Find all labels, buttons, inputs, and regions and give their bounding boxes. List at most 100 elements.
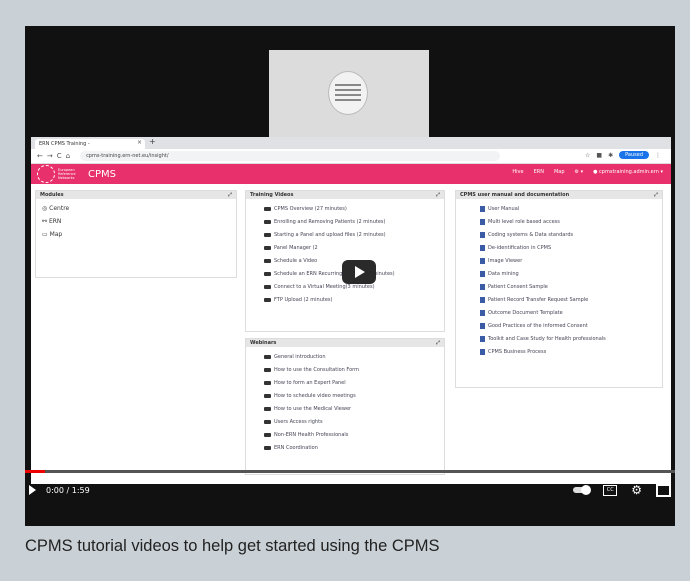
nav-buttons-icon[interactable]: ←→C⌂	[37, 152, 74, 160]
doc-item[interactable]: De-identification in CPMS	[480, 245, 662, 251]
training-item[interactable]: FTP Upload (2 minutes)	[264, 297, 444, 303]
item-label: Non-ERN Health Professionals	[274, 432, 349, 438]
video-icon	[264, 246, 271, 250]
new-tab-icon[interactable]: +	[149, 137, 156, 146]
video-player[interactable]: ERN CPMS Training - × + ←→C⌂ cpms-traini…	[25, 26, 675, 526]
doc-item[interactable]: Good Practices of the informed Consent	[480, 323, 662, 329]
tab-strip: ERN CPMS Training - × +	[31, 137, 671, 149]
module-map[interactable]: ▭ Map	[42, 231, 236, 238]
webinar-item[interactable]: How to form an Expert Panel	[264, 380, 444, 386]
item-label: Coding systems & Data standards	[488, 232, 574, 238]
nav-settings[interactable]: ⚙ ▾	[575, 169, 584, 175]
panel-title: CPMS user manual and documentation	[460, 192, 570, 198]
figure-frame: ERN CPMS Training - × + ←→C⌂ cpms-traini…	[0, 0, 690, 581]
expand-icon[interactable]: ⤢	[436, 191, 440, 199]
item-label: General introduction	[274, 354, 326, 360]
training-item[interactable]: Panel Manager (2	[264, 245, 444, 251]
subtitles-icon[interactable]: CC	[603, 484, 618, 496]
settings-gear-icon[interactable]: ⚙	[631, 483, 642, 497]
training-item[interactable]: Starting a Panel and upload files (2 min…	[264, 232, 444, 238]
item-label: Patient Consent Sample	[488, 284, 548, 290]
app-title: CPMS	[88, 168, 116, 180]
menu-icon[interactable]: ⋮	[655, 152, 661, 159]
video-icon	[264, 446, 271, 450]
profile-button[interactable]: Paused	[619, 151, 649, 159]
item-label: How to use the Consultation Form	[274, 367, 360, 373]
nav-map[interactable]: Map	[554, 169, 565, 175]
document-icon	[480, 271, 485, 277]
module-centre[interactable]: ◎ Centre	[42, 205, 236, 212]
module-label: Map	[49, 231, 63, 238]
doc-item[interactable]: Toolkit and Case Study for Health profes…	[480, 336, 662, 342]
item-label: Patient Record Transfer Request Sample	[488, 297, 589, 303]
item-label: De-identification in CPMS	[488, 245, 552, 251]
nav-ern[interactable]: ERN	[534, 169, 544, 175]
training-item[interactable]: Connect to a Virtual Meeting(3 minutes)	[264, 284, 444, 290]
item-label: How to form an Expert Panel	[274, 380, 346, 386]
video-icon	[264, 420, 271, 424]
document-icon	[480, 258, 485, 264]
progress-bar[interactable]	[25, 470, 675, 473]
doc-item[interactable]: Image Viewer	[480, 258, 662, 264]
browser-tab[interactable]: ERN CPMS Training - ×	[35, 139, 145, 149]
nav-hive[interactable]: Hive	[512, 169, 523, 175]
figure-caption: CPMS tutorial videos to help get started…	[25, 537, 440, 555]
document-icon	[480, 245, 485, 251]
doc-item[interactable]: CPMS Business Process	[480, 349, 662, 355]
nav-user[interactable]: ● cpmstraining.admin.ern ▾	[593, 169, 663, 175]
close-icon[interactable]: ×	[137, 139, 142, 146]
panel-header: Training Videos ⤢	[246, 191, 444, 199]
item-label: Toolkit and Case Study for Health profes…	[488, 336, 606, 342]
module-label: ERN	[48, 218, 62, 225]
play-button[interactable]	[342, 260, 376, 284]
url-field[interactable]: cpms-training.ern-net.eu/insight/	[80, 151, 501, 161]
expand-icon[interactable]: ⤢	[654, 191, 658, 199]
document-icon	[480, 232, 485, 238]
webinar-item[interactable]: General introduction	[264, 354, 444, 360]
expand-icon[interactable]: ⤢	[228, 191, 232, 199]
panel-header: Webinars ⤢	[246, 339, 444, 347]
doc-item[interactable]: Outcome Document Template	[480, 310, 662, 316]
item-label: Panel Manager (2	[274, 245, 318, 251]
doc-item[interactable]: User Manual	[480, 206, 662, 212]
extension-icon[interactable]: ■	[596, 152, 602, 159]
top-nav: Hive ERN Map ⚙ ▾ ● cpmstraining.admin.er…	[512, 169, 663, 175]
doc-item[interactable]: Patient Consent Sample	[480, 284, 662, 290]
play-icon[interactable]	[29, 485, 36, 495]
module-label: Centre	[49, 205, 70, 212]
doc-item[interactable]: Coding systems & Data standards	[480, 232, 662, 238]
doc-item[interactable]: Multi level role based access	[480, 219, 662, 225]
video-icon	[264, 394, 271, 398]
star-icon[interactable]: ☆	[585, 152, 590, 159]
webinar-item[interactable]: ERN Coordination	[264, 445, 444, 451]
item-label: How to use the Medical Viewer	[274, 406, 352, 412]
expand-icon[interactable]: ⤢	[436, 339, 440, 347]
item-label: ERN Coordination	[274, 445, 318, 451]
video-icon	[264, 207, 271, 211]
webinar-item[interactable]: Non-ERN Health Professionals	[264, 432, 444, 438]
doc-item[interactable]: Patient Record Transfer Request Sample	[480, 297, 662, 303]
video-icon	[264, 285, 271, 289]
webinar-item[interactable]: How to use the Consultation Form	[264, 367, 444, 373]
training-item[interactable]: CPMS Overview (27 minutes)	[264, 206, 444, 212]
module-ern[interactable]: ⚯ ERN	[42, 218, 236, 225]
item-label: CPMS Business Process	[488, 349, 547, 355]
fullscreen-icon[interactable]	[656, 483, 671, 497]
video-icon	[264, 298, 271, 302]
autoplay-toggle[interactable]	[573, 485, 592, 495]
document-icon	[480, 206, 485, 212]
webinars-panel: Webinars ⤢ General introduction How to us…	[245, 338, 445, 475]
webinar-item[interactable]: How to use the Medical Viewer	[264, 406, 444, 412]
doc-item[interactable]: Data mining	[480, 271, 662, 277]
tab-title: ERN CPMS Training -	[39, 141, 90, 147]
panel-header: Modules ⤢	[36, 191, 236, 199]
panel-header: CPMS user manual and documentation ⤢	[456, 191, 662, 199]
training-item[interactable]: Enrolling and Removing Patients (2 minut…	[264, 219, 444, 225]
puzzle-icon[interactable]: ✱	[608, 152, 613, 159]
webinar-item[interactable]: How to schedule video meetings	[264, 393, 444, 399]
item-label: Schedule an ERN Recurring Meeting (2 min…	[274, 271, 395, 277]
webinar-item[interactable]: Users Access rights	[264, 419, 444, 425]
item-label: Outcome Document Template	[488, 310, 563, 316]
presenter-webcam-thumbnail	[269, 50, 429, 138]
panel-title: Webinars	[250, 340, 277, 346]
